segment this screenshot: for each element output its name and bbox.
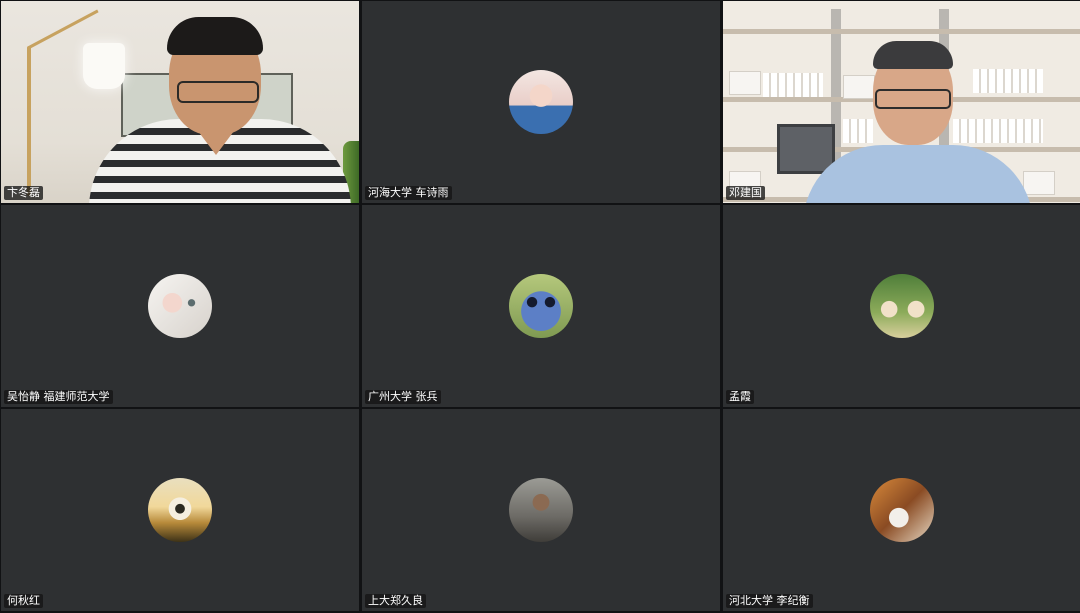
monitor [777,124,835,174]
participant-tile-4[interactable]: 吴怡静 福建师范大学 [1,205,359,407]
participant-tile-7[interactable]: 何秋红 [1,409,359,611]
participant-tile-3[interactable]: 邓建国 [723,1,1080,203]
avatar [148,478,212,542]
participant-tile-8[interactable]: 上大郑久良 [362,409,720,611]
participant-video [723,1,1080,203]
participant-name: 邓建国 [726,186,765,200]
avatar [870,478,934,542]
floor-lamp [27,46,31,196]
participant-tile-6[interactable]: 孟霞 [723,205,1080,407]
participant-tile-2[interactable]: 河海大学 车诗雨 [362,1,720,203]
participant-tile-1[interactable]: 卞冬磊 [1,1,359,203]
avatar [870,274,934,338]
video-grid: 卞冬磊 河海大学 车诗雨 邓建国 吴怡静 福建师范大学 广州大学 张兵 孟霞 何… [0,0,1080,613]
participant-name: 吴怡静 福建师范大学 [4,390,113,404]
avatar [509,478,573,542]
avatar [509,70,573,134]
participant-name: 孟霞 [726,390,754,404]
participant-name: 卞冬磊 [4,186,43,200]
avatar [509,274,573,338]
participant-name: 河北大学 李纪衡 [726,594,813,608]
participant-name: 上大郑久良 [365,594,426,608]
participant-name: 广州大学 张兵 [365,390,441,404]
participant-video [1,1,359,203]
participant-name: 何秋红 [4,594,43,608]
participant-tile-5[interactable]: 广州大学 张兵 [362,205,720,407]
avatar [148,274,212,338]
participant-name: 河海大学 车诗雨 [365,186,452,200]
participant-tile-9[interactable]: 河北大学 李纪衡 [723,409,1080,611]
